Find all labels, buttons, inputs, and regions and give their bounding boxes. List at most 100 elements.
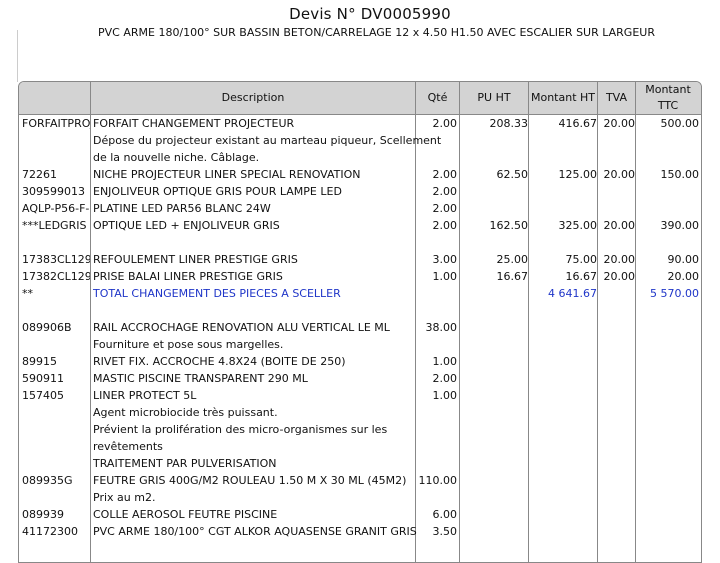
row-description: FEUTRE GRIS 400G/M2 ROULEAU 1.50 M X 30 … <box>93 474 407 487</box>
row-qte: 2.00 <box>432 219 458 232</box>
row-description: PVC ARME 180/100° CGT ALKOR AQUASENSE GR… <box>93 525 417 538</box>
row-pu-ht: 208.33 <box>489 117 529 130</box>
row-description: Dépose du projecteur existant au marteau… <box>93 134 442 147</box>
row-description: TOTAL CHANGEMENT DES PIECES A SCELLER <box>93 287 341 300</box>
row-description: PLATINE LED PAR56 BLANC 24W <box>93 202 271 215</box>
row-pu-ht: 25.00 <box>496 253 529 266</box>
table-row: 089939 COLLE AEROSOL FEUTRE PISCINE 6.00 <box>19 506 701 523</box>
row-description: de la nouvelle niche. Câblage. <box>93 151 260 164</box>
row-description: FORFAIT CHANGEMENT PROJECTEUR <box>93 117 295 130</box>
row-description: MASTIC PISCINE TRANSPARENT 290 ML <box>93 372 308 385</box>
table-row: 17383CL129 REFOULEMENT LINER PRESTIGE GRI… <box>19 251 701 268</box>
row-montant-ttc: 390.00 <box>660 219 700 232</box>
row-ref: 72261 <box>22 168 57 181</box>
row-montant-ttc: 150.00 <box>660 168 700 181</box>
row-ref: ** <box>22 287 33 300</box>
header-pu-ht: PU HT <box>477 91 511 104</box>
row-qte: 6.00 <box>432 508 458 521</box>
row-qte: 3.00 <box>432 253 458 266</box>
row-description: COLLE AEROSOL FEUTRE PISCINE <box>93 508 278 521</box>
row-tva: 20.00 <box>603 168 636 181</box>
row-description: OPTIQUE LED + ENJOLIVEUR GRIS <box>93 219 280 232</box>
table-header: Description Qté PU HT Montant HT TVA Mon… <box>19 82 701 115</box>
row-pu-ht: 62.50 <box>496 168 529 181</box>
table-row: 157405 LINER PROTECT 5L 1.00 <box>19 387 701 404</box>
row-ref: 590911 <box>22 372 64 385</box>
row-qte: 1.00 <box>432 355 458 368</box>
row-description: REFOULEMENT LINER PRESTIGE GRIS <box>93 253 298 266</box>
row-ref: 089935G <box>22 474 73 487</box>
table-row: 089906B RAIL ACCROCHAGE RENOVATION ALU VE… <box>19 319 701 336</box>
row-qte: 2.00 <box>432 202 458 215</box>
table-row: 590911 MASTIC PISCINE TRANSPARENT 290 ML 2… <box>19 370 701 387</box>
table-row: de la nouvelle niche. Câblage. <box>19 149 701 166</box>
header-montant-ttc: Montant TTC <box>645 83 691 112</box>
row-montant-ht: 75.00 <box>565 253 598 266</box>
row-pu-ht: 162.50 <box>489 219 529 232</box>
row-ref: ***LEDGRIS <box>22 219 87 232</box>
row-montant-ht: 325.00 <box>558 219 598 232</box>
row-montant-ttc: 500.00 <box>660 117 700 130</box>
row-ref: 17382CL129 <box>22 270 90 283</box>
row-qte: 2.00 <box>432 168 458 181</box>
row-montant-ht: 4 641.67 <box>548 287 597 300</box>
row-ref: 309599013 <box>22 185 85 198</box>
table-row: revêtements <box>19 438 701 455</box>
row-description: Prix au m2. <box>93 491 156 504</box>
row-description: ENJOLIVEUR OPTIQUE GRIS POUR LAMPE LED <box>93 185 342 198</box>
row-ref: 157405 <box>22 389 64 402</box>
row-montant-ttc: 20.00 <box>667 270 700 283</box>
row-description: revêtements <box>93 440 163 453</box>
page-subtitle: PVC ARME 180/100° SUR BASSIN BETON/CARRE… <box>98 26 655 39</box>
row-montant-ht: 16.67 <box>565 270 598 283</box>
row-ref: FORFAITPROJ <box>22 117 90 130</box>
row-qte: 2.00 <box>432 372 458 385</box>
table-row: TRAITEMENT PAR PULVERISATION <box>19 455 701 472</box>
header-description: Description <box>221 91 285 104</box>
table-row: Dépose du projecteur existant au marteau… <box>19 132 701 149</box>
table-body: FORFAITPROJ FORFAIT CHANGEMENT PROJECTEUR… <box>19 115 701 540</box>
table-row: Agent microbiocide très puissant. <box>19 404 701 421</box>
table-row: FORFAITPROJ FORFAIT CHANGEMENT PROJECTEUR… <box>19 115 701 132</box>
table-row: Prix au m2. <box>19 489 701 506</box>
row-tva: 20.00 <box>603 253 636 266</box>
header-ref <box>19 82 90 114</box>
row-qte: 1.00 <box>432 389 458 402</box>
row-description: LINER PROTECT 5L <box>93 389 197 402</box>
row-qte: 3.50 <box>432 525 458 538</box>
row-description: NICHE PROJECTEUR LINER SPECIAL RENOVATIO… <box>93 168 361 181</box>
table-spacer-row <box>19 234 701 251</box>
row-montant-ht: 125.00 <box>558 168 598 181</box>
row-qte: 2.00 <box>432 117 458 130</box>
row-qte: 1.00 <box>432 270 458 283</box>
row-qte: 38.00 <box>425 321 458 334</box>
row-ref: 17383CL129 <box>22 253 90 266</box>
row-description: RAIL ACCROCHAGE RENOVATION ALU VERTICAL … <box>93 321 390 334</box>
row-montant-ttc: 5 570.00 <box>650 287 699 300</box>
table-row: AQLP-P56-F-2 PLATINE LED PAR56 BLANC 24W 2… <box>19 200 701 217</box>
page-title: Devis N° DV0005990 <box>289 5 451 23</box>
row-tva: 20.00 <box>603 117 636 130</box>
row-description: PRISE BALAI LINER PRESTIGE GRIS <box>93 270 283 283</box>
table-row: ***LEDGRIS OPTIQUE LED + ENJOLIVEUR GRIS 2… <box>19 217 701 234</box>
table-row: Fourniture et pose sous margelles. <box>19 336 701 353</box>
table-row: 89915 RIVET FIX. ACCROCHE 4.8X24 (BOITE D… <box>19 353 701 370</box>
header-tva: TVA <box>605 91 628 104</box>
header-qte: Qté <box>427 91 448 104</box>
row-description: RIVET FIX. ACCROCHE 4.8X24 (BOITE DE 250… <box>93 355 346 368</box>
row-tva: 20.00 <box>603 219 636 232</box>
table-row: 72261 NICHE PROJECTEUR LINER SPECIAL RENO… <box>19 166 701 183</box>
header-montant-ht: Montant HT <box>530 91 596 104</box>
row-tva: 20.00 <box>603 270 636 283</box>
row-qte: 2.00 <box>432 185 458 198</box>
table-row: 17382CL129 PRISE BALAI LINER PRESTIGE GRI… <box>19 268 701 285</box>
row-ref: 89915 <box>22 355 57 368</box>
row-description: Fourniture et pose sous margelles. <box>93 338 284 351</box>
row-qte: 110.00 <box>418 474 458 487</box>
row-description: Agent microbiocide très puissant. <box>93 406 278 419</box>
quote-table: Description Qté PU HT Montant HT TVA Mon… <box>18 81 702 563</box>
row-ref: 089906B <box>22 321 72 334</box>
row-montant-ht: 416.67 <box>558 117 598 130</box>
row-ref: 089939 <box>22 508 64 521</box>
row-pu-ht: 16.67 <box>496 270 529 283</box>
